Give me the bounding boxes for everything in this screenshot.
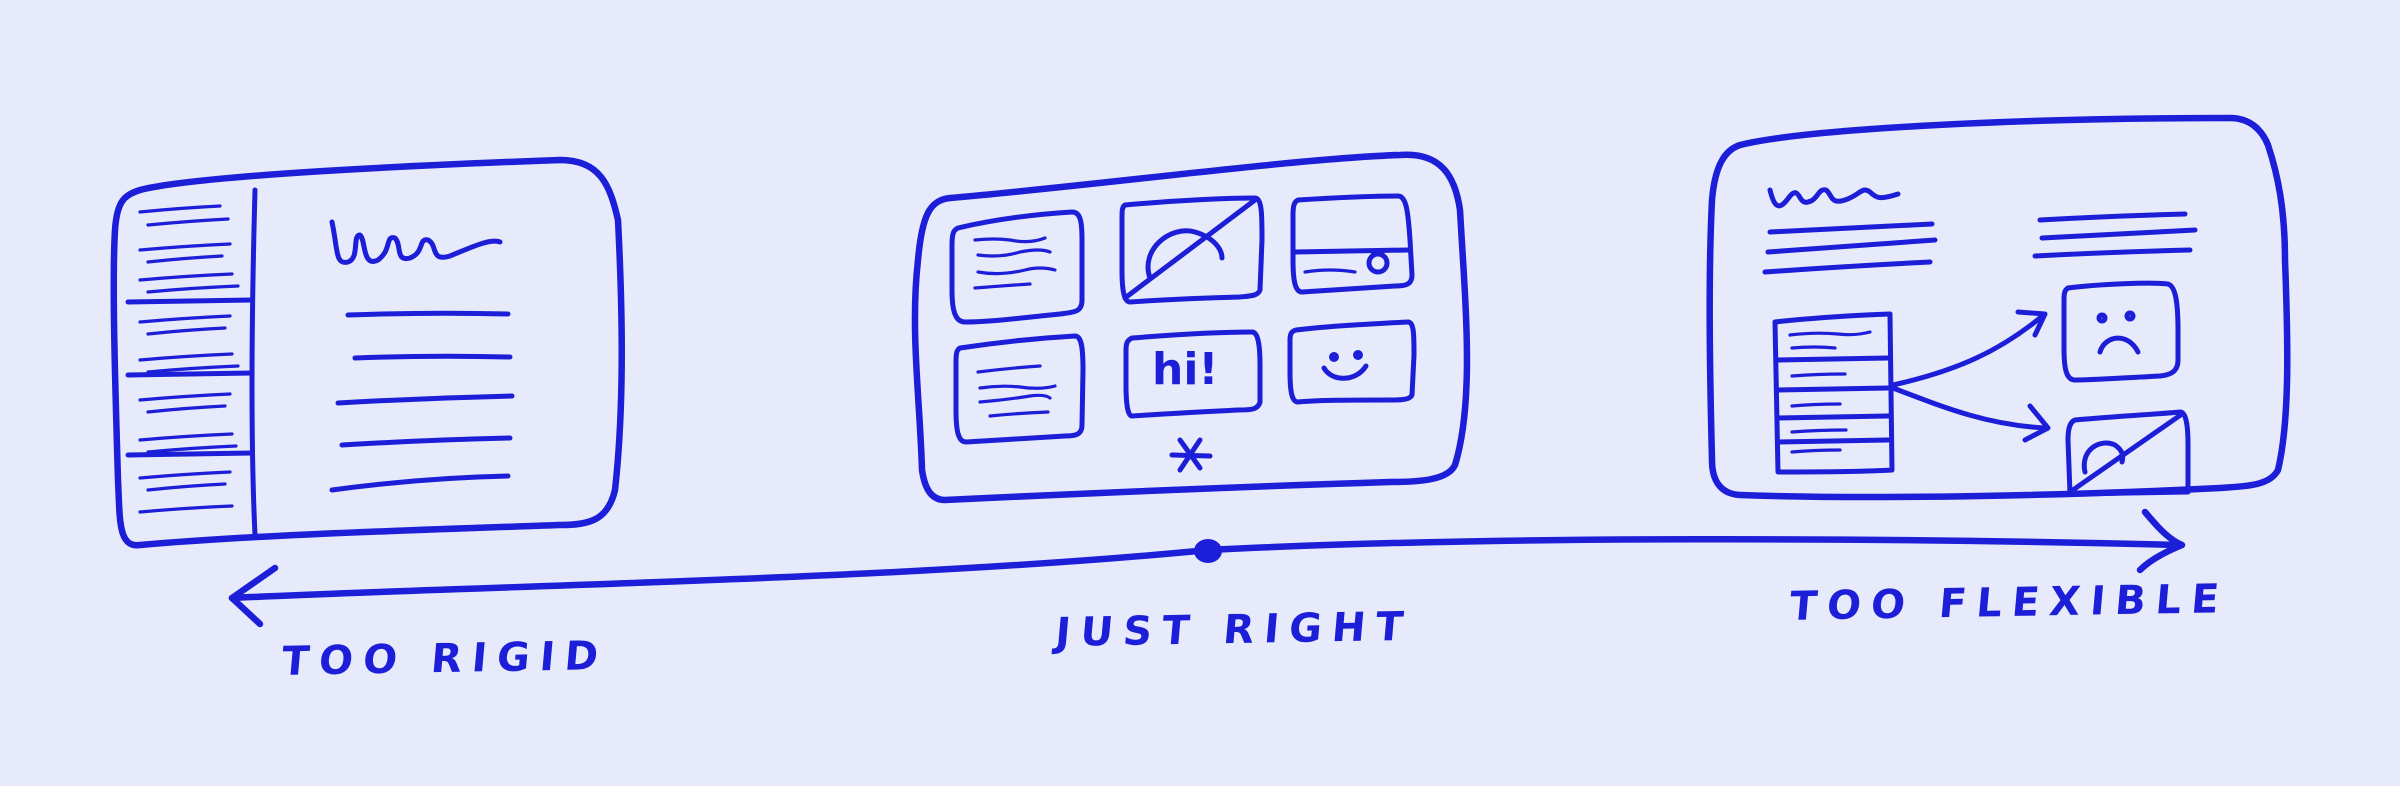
spectrum-diagram: hi! TOO RIGID JUST RIGHT TOO FLEXIBLE [0, 0, 2400, 786]
greeting-text: hi! [1152, 344, 1218, 395]
rigid-sidebar-dividers [125, 297, 255, 458]
image-icon [2067, 411, 2185, 495]
center-marker-dot [1194, 539, 1222, 563]
label-too-rigid: TOO RIGID [279, 633, 611, 685]
label-just-right: JUST RIGHT [1053, 603, 1415, 657]
balanced-window-sketch: hi! [911, 151, 1471, 504]
sad-face-icon [2096, 310, 2141, 355]
rigid-window-sketch [110, 156, 625, 549]
smiley-icon [1321, 350, 1369, 381]
image-icon [1122, 197, 1258, 301]
tile-text-lines [973, 236, 1057, 290]
rigid-body-lines [329, 310, 515, 493]
flexible-window-sketch [1706, 114, 2291, 501]
star-icon [1169, 437, 1213, 473]
flexible-title-scribble [1767, 187, 1901, 209]
label-too-flexible: TOO FLEXIBLE [1787, 576, 2231, 630]
rigid-title-scribble [329, 219, 503, 265]
rigid-sidebar-items [138, 204, 240, 514]
arrow-icon [1890, 309, 2051, 443]
flexible-header-lines [1762, 211, 2198, 275]
